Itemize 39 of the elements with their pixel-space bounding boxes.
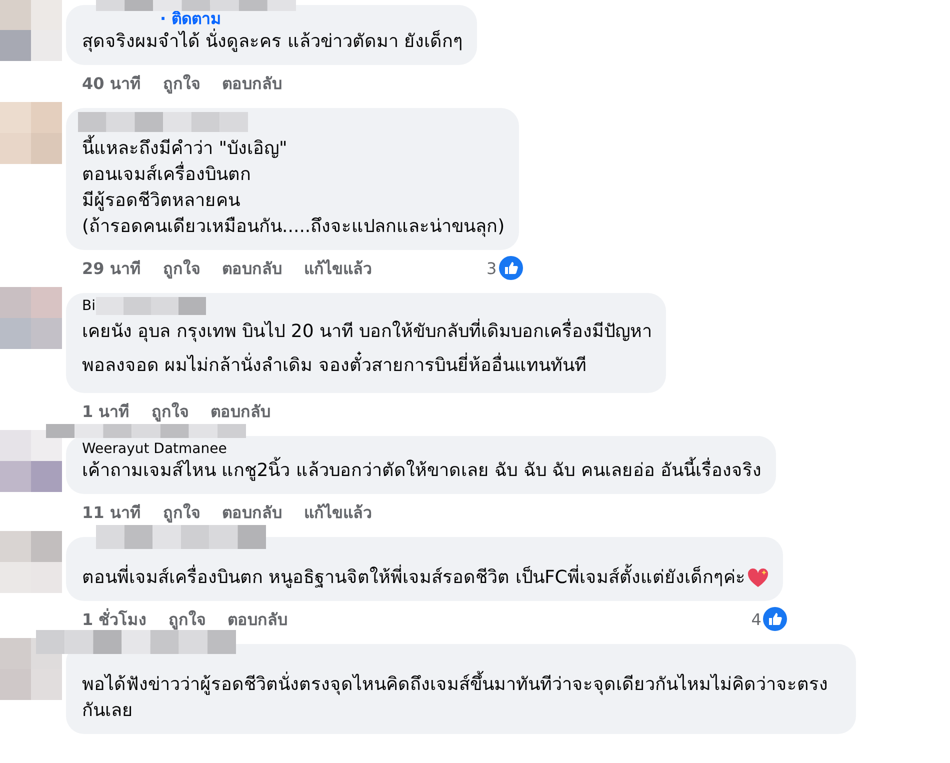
comment-text: พอได้ฟังข่าวว่าผู้รอดชีวิตนั่งตรงจุดไหนคิดถึงเจมส์ขึ้นมาทันทีว่าจะจุดเดียวกันไหมไม่คิดว่าจะตรงกันเลย [82, 672, 842, 724]
comment-time: 11 นาที [82, 502, 141, 524]
like-link[interactable]: ถูกใจ [152, 398, 189, 424]
avatar-icon [0, 287, 62, 349]
comment-text: นี้แหละถึงมีคำว่า "บังเอิญ" [82, 136, 505, 162]
avatar-icon [0, 102, 62, 164]
like-link[interactable]: ถูกใจ [162, 500, 200, 524]
like-link[interactable]: ถูกใจ [162, 70, 200, 96]
reaction-count: 4 [751, 610, 762, 628]
comment-text: เคยนัง อุบล กรุงเทพ บินไป 20 นาที บอกให้ขับกลับที่เดิมบอกเครื่องมีปัญหา [82, 315, 652, 349]
reply-link[interactable]: ตอบกลับ [222, 70, 282, 96]
comment-time: 29 นาที [82, 258, 141, 280]
comment-time: 40 นาที [82, 72, 141, 94]
comment-text: มีผู้รอดชีวิตหลายคน [82, 189, 241, 213]
like-link[interactable]: ถูกใจ [162, 256, 200, 280]
edited-label: แก้ไขแล้ว [304, 502, 372, 524]
comment-time: 1 ชั่วโมง [82, 607, 147, 630]
comment-text: ตอนพี่เจมส์เครื่องบินตก หนูอธิฐานจิตให้พี่เจมส์รอดชีวิต เป็นFCพี่เจมส์ตั้งแต่ยังเด็กๆค่ะ [82, 565, 770, 591]
comment-text: ตอนเจมส์เครื่องบินตก [82, 162, 505, 188]
reply-link[interactable]: ตอบกลับ [222, 500, 282, 524]
commenter-name[interactable]: Weerayut Datmanee [82, 440, 762, 458]
reply-link[interactable]: ตอบกลับ [228, 606, 288, 632]
comment-text: สุดจริงผมจำได้ นั่งดูละคร แล้วข่าวตัดมา ยังเด็กๆ [82, 29, 464, 55]
like-link[interactable]: ถูกใจ [168, 606, 206, 632]
commenter-name[interactable]: Bi [82, 297, 652, 315]
reaction-count: 3 [486, 258, 497, 278]
comment-text: พอลงจอด ผมไม่กล้านั่งลำเดิม จองตั๋วสายการบินยี่ห้ออื่นแทนทันที [82, 349, 652, 383]
comment-text: เค้าถามเจมส์ไหน แกชู2นิ้ว แล้วบอกว่าตัดให้ขาดเลย ฉับ ฉับ ฉับ คนเลยอ่อ อันนี้เรื่องจริง [82, 458, 762, 484]
like-icon [498, 256, 523, 280]
comment-text: (ถ้ารอดคนเดียวเหมือนกัน.....ถึงจะแปลกและน่าขนลุก) [82, 215, 505, 239]
edited-label: แก้ไขแล้ว [304, 258, 372, 280]
reply-link[interactable]: ตอบกลับ [222, 256, 282, 280]
like-icon [763, 607, 788, 631]
follow-link[interactable]: · ติดตาม [160, 9, 464, 29]
reply-link[interactable]: ตอบกลับ [210, 398, 271, 424]
avatar-icon [0, 430, 62, 492]
avatar-icon [0, 0, 62, 61]
avatar-icon [0, 531, 62, 593]
comment-time: 1 นาที [82, 400, 130, 422]
